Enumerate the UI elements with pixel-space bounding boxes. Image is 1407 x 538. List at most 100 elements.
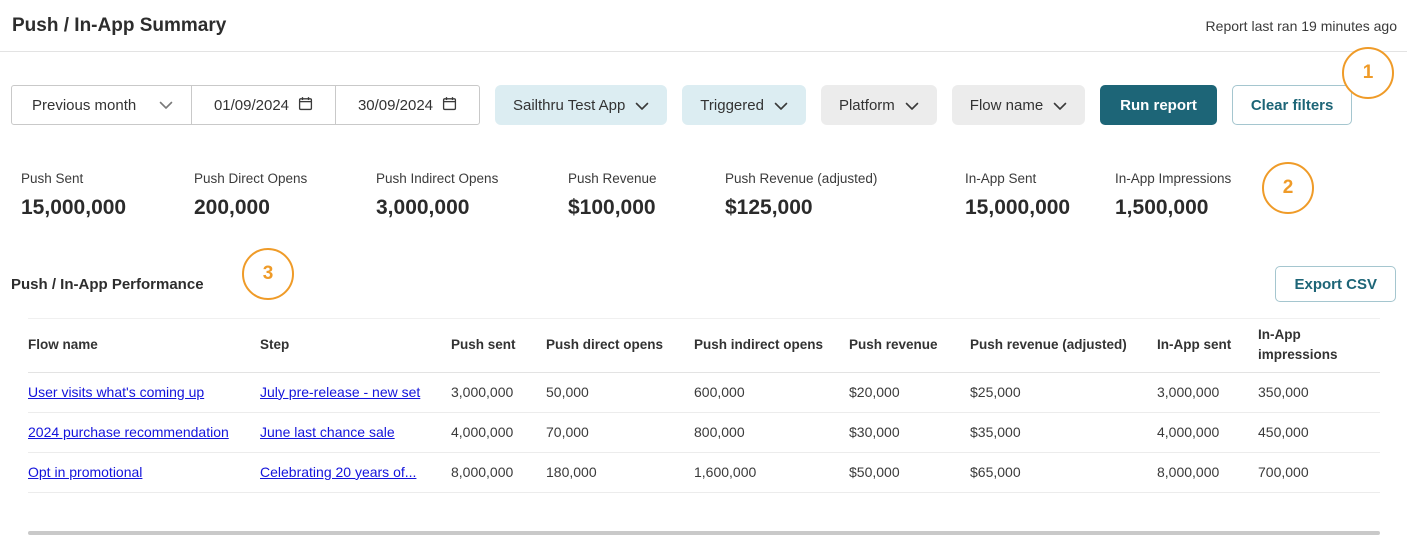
flow-name-link-text[interactable]: 2024 purchase recommendation xyxy=(28,424,229,440)
flow-name-link-text[interactable]: Opt in promotional xyxy=(28,464,142,480)
flow-name-link[interactable]: Opt in promotional xyxy=(28,462,260,483)
metric-label: In-App Sent xyxy=(965,171,1115,186)
table-cell-value: 1,600,000 xyxy=(694,462,849,483)
column-header-in-app-sent: In-App sent xyxy=(1157,335,1258,355)
table-row: Opt in promotional Celebrating 20 years o… xyxy=(28,453,1380,493)
table-cell-value-text: 8,000,000 xyxy=(451,464,513,480)
filter-pill-sailthru-test-app[interactable]: Sailthru Test App xyxy=(495,85,667,125)
metric-label: Push Indirect Opens xyxy=(376,171,568,186)
table-cell-value: 3,000,000 xyxy=(1157,382,1258,403)
chevron-down-icon xyxy=(905,98,919,115)
flow-name-link-text[interactable]: User visits what's coming up xyxy=(28,384,204,400)
date-range-select[interactable]: Previous month xyxy=(12,86,191,124)
step-link[interactable]: June last chance sale xyxy=(260,422,451,443)
filter-pill-label: Triggered xyxy=(700,97,764,114)
annotation-circle-3: 3 xyxy=(242,248,294,300)
flow-name-link[interactable]: 2024 purchase recommendation xyxy=(28,422,260,443)
report-last-ran-status: Report last ran 19 minutes ago xyxy=(1206,18,1397,34)
page-title: Push / In-App Summary xyxy=(12,15,226,37)
table-row: User visits what's coming up July pre-rel… xyxy=(28,373,1380,413)
column-header-push-revenue: Push revenue xyxy=(849,335,970,355)
table-cell-value: 600,000 xyxy=(694,382,849,403)
filter-pill-flow-name[interactable]: Flow name xyxy=(952,85,1085,125)
filter-pill-triggered[interactable]: Triggered xyxy=(682,85,806,125)
table-row: 2024 purchase recommendation June last ch… xyxy=(28,413,1380,453)
annotation-circle-1: 1 xyxy=(1342,47,1394,99)
column-header-step: Step xyxy=(260,335,451,355)
metric-value: 200,000 xyxy=(194,196,376,220)
metric-push-revenue-adjusted: Push Revenue (adjusted)$125,000 xyxy=(725,171,965,220)
chevron-down-icon xyxy=(1053,98,1067,115)
export-csv-button[interactable]: Export CSV xyxy=(1275,266,1396,302)
metric-label: Push Revenue xyxy=(568,171,725,186)
performance-section-header: Push / In-App Performance Export CSV xyxy=(11,266,1396,302)
step-link-text[interactable]: Celebrating 20 years of... xyxy=(260,464,416,480)
table-cell-value: 4,000,000 xyxy=(451,422,546,443)
table-cell-value-text: $20,000 xyxy=(849,384,900,400)
table-cell-value-text: 50,000 xyxy=(546,384,589,400)
metric-label: Push Direct Opens xyxy=(194,171,376,186)
metric-push-direct-opens: Push Direct Opens 200,000 xyxy=(194,171,376,220)
table-cell-value: $35,000 xyxy=(970,422,1157,443)
table-cell-value-text: 8,000,000 xyxy=(1157,464,1219,480)
step-link-text[interactable]: July pre-release - new set xyxy=(260,384,420,400)
table-cell-value: $65,000 xyxy=(970,462,1157,483)
page-header: Push / In-App Summary Report last ran 19… xyxy=(0,0,1407,52)
end-date-input[interactable]: 30/09/2024 xyxy=(335,86,479,124)
filter-bar: Previous month 01/09/2024 30/09/2024 Sai… xyxy=(11,85,1407,125)
table-cell-value: 50,000 xyxy=(546,382,694,403)
metric-value: 15,000,000 xyxy=(965,196,1115,220)
table-cell-value-text: 600,000 xyxy=(694,384,745,400)
section-title: Push / In-App Performance xyxy=(11,276,204,293)
metric-value: 1,500,000 xyxy=(1115,196,1231,220)
table-body: User visits what's coming up July pre-rel… xyxy=(28,373,1380,493)
table-cell-value-text: 70,000 xyxy=(546,424,589,440)
metric-in-app-impressions: In-App Impressions 1,500,000 xyxy=(1115,171,1231,220)
metric-label: In-App Impressions xyxy=(1115,171,1231,186)
chevron-down-icon xyxy=(159,97,173,114)
metric-value: 3,000,000 xyxy=(376,196,568,220)
end-date-value: 30/09/2024 xyxy=(358,97,433,114)
clear-filters-button[interactable]: Clear filters xyxy=(1232,85,1353,125)
metric-push-sent: Push Sent15,000,000 xyxy=(21,171,194,220)
chevron-down-icon xyxy=(635,98,649,115)
step-link-text[interactable]: June last chance sale xyxy=(260,424,395,440)
start-date-input[interactable]: 01/09/2024 xyxy=(191,86,335,124)
metric-push-revenue: Push Revenue$100,000 xyxy=(568,171,725,220)
column-header-push-sent: Push sent xyxy=(451,335,546,355)
step-link[interactable]: July pre-release - new set xyxy=(260,382,451,403)
table-cell-value: 8,000,000 xyxy=(451,462,546,483)
table-cell-value: $20,000 xyxy=(849,382,970,403)
summary-metrics: Push Sent15,000,000Push Direct Opens 200,… xyxy=(21,171,1407,220)
filter-pill-label: Sailthru Test App xyxy=(513,97,625,114)
table-cell-value: 70,000 xyxy=(546,422,694,443)
table-cell-value: 8,000,000 xyxy=(1157,462,1258,483)
column-header-push-indirect-opens: Push indirect opens xyxy=(694,335,849,355)
performance-table: Flow nameStepPush sentPush direct opensP… xyxy=(28,318,1380,493)
table-cell-value-text: 180,000 xyxy=(546,464,597,480)
table-cell-value-text: $30,000 xyxy=(849,424,900,440)
table-cell-value-text: 450,000 xyxy=(1258,424,1309,440)
metric-label: Push Revenue (adjusted) xyxy=(725,171,965,186)
table-cell-value-text: 3,000,000 xyxy=(451,384,513,400)
table-cell-value-text: 4,000,000 xyxy=(1157,424,1219,440)
metric-push-indirect-opens: Push Indirect Opens 3,000,000 xyxy=(376,171,568,220)
table-header-row: Flow nameStepPush sentPush direct opensP… xyxy=(28,319,1380,373)
metric-value: 15,000,000 xyxy=(21,196,194,220)
flow-name-link[interactable]: User visits what's coming up xyxy=(28,382,260,403)
table-cell-value-text: $65,000 xyxy=(970,464,1021,480)
table-cell-value: 180,000 xyxy=(546,462,694,483)
filter-pill-platform[interactable]: Platform xyxy=(821,85,937,125)
step-link[interactable]: Celebrating 20 years of... xyxy=(260,462,451,483)
calendar-icon xyxy=(298,96,313,115)
run-report-button[interactable]: Run report xyxy=(1100,85,1217,125)
table-cell-value: 450,000 xyxy=(1258,422,1380,443)
start-date-value: 01/09/2024 xyxy=(214,97,289,114)
table-cell-value-text: 350,000 xyxy=(1258,384,1309,400)
horizontal-scrollbar[interactable] xyxy=(28,531,1380,535)
table-cell-value: $50,000 xyxy=(849,462,970,483)
table-cell-value-text: 800,000 xyxy=(694,424,745,440)
filter-pill-label: Platform xyxy=(839,97,895,114)
table-cell-value: 700,000 xyxy=(1258,462,1380,483)
metric-in-app-sent: In-App Sent 15,000,000 xyxy=(965,171,1115,220)
